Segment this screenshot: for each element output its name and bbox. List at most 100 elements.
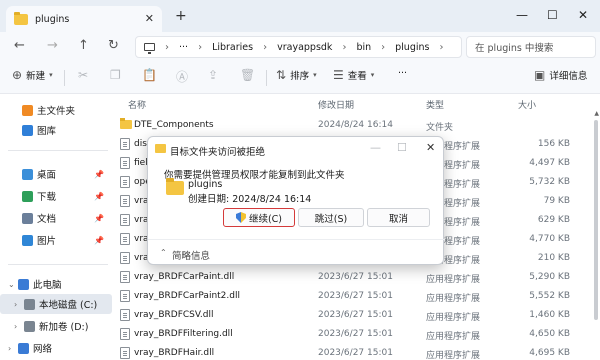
details-button[interactable]: ▣ 详细信息 bbox=[534, 68, 587, 82]
maximize-button[interactable]: ☐ bbox=[547, 8, 558, 22]
sidebar-divider bbox=[8, 264, 108, 265]
tab-close-icon[interactable]: ✕ bbox=[145, 12, 154, 25]
paste-button[interactable]: 📋 bbox=[142, 68, 157, 82]
rename-icon: Ⓐ bbox=[176, 70, 189, 84]
folder-icon bbox=[14, 11, 28, 25]
chevron-right-icon[interactable]: › bbox=[14, 300, 24, 309]
sidebar-item-documents[interactable]: 文档 📌 bbox=[0, 208, 112, 228]
forward-icon[interactable]: → bbox=[47, 38, 58, 53]
dialog-footer: ⌃ 简略信息 bbox=[148, 239, 445, 265]
sidebar-item-label: 本地磁盘 (C:) bbox=[39, 300, 98, 311]
cut-button[interactable]: ✂ bbox=[78, 68, 88, 82]
chevron-right-icon[interactable]: › bbox=[198, 42, 202, 53]
sidebar-item-drive-c[interactable]: › 本地磁盘 (C:) bbox=[0, 294, 112, 314]
chevron-right-icon[interactable]: › bbox=[8, 344, 18, 353]
chevron-right-icon[interactable]: › bbox=[165, 42, 169, 53]
more-button[interactable]: ··· bbox=[398, 68, 407, 79]
picture-icon bbox=[22, 234, 33, 246]
chevron-down-icon: ▾ bbox=[370, 71, 375, 79]
sidebar-item-pictures[interactable]: 图片 📌 bbox=[0, 230, 112, 250]
file-size: 5,552 KB bbox=[529, 291, 570, 301]
search-input[interactable]: 在 plugins 中搜索 bbox=[466, 36, 596, 58]
chevron-down-icon: ▾ bbox=[49, 71, 53, 79]
file-name: vray_BRDFCarPaint2.dll bbox=[134, 291, 240, 301]
chevron-right-icon[interactable]: › bbox=[263, 42, 267, 53]
column-header-type[interactable]: 类型 bbox=[426, 98, 444, 111]
new-button[interactable]: ⊕ 新建 ▾ bbox=[12, 68, 53, 82]
sidebar-item-label: 桌面 bbox=[37, 170, 57, 181]
chevron-up-icon[interactable]: ⌃ bbox=[160, 248, 167, 257]
sidebar-item-gallery[interactable]: 图库 bbox=[0, 120, 112, 140]
table-row[interactable]: vray_BRDFCarPaint.dll 2023/6/27 15:01 应用程序… bbox=[112, 268, 588, 287]
rename-button[interactable]: Ⓐ bbox=[176, 68, 188, 85]
new-tab-button[interactable]: + bbox=[175, 8, 187, 24]
plus-circle-icon: ⊕ bbox=[12, 68, 23, 82]
cancel-button[interactable]: 取消 bbox=[367, 208, 430, 227]
breadcrumb-plugins[interactable]: plugins bbox=[395, 42, 429, 53]
dialog-maximize-button[interactable]: ☐ bbox=[397, 141, 407, 154]
share-button[interactable]: ⇪ bbox=[208, 68, 218, 82]
sidebar-item-home[interactable]: 主文件夹 bbox=[0, 100, 112, 120]
skip-button[interactable]: 跳过(S) bbox=[298, 208, 364, 227]
pin-icon[interactable]: 📌 bbox=[94, 170, 104, 179]
sidebar-item-this-pc[interactable]: ⌄ 此电脑 bbox=[0, 274, 112, 294]
chevron-right-icon[interactable]: › bbox=[342, 42, 346, 53]
view-label: 查看 bbox=[347, 71, 367, 82]
table-row[interactable]: vray_BRDFHair.dll 2023/6/27 15:01 应用程序扩展 4,… bbox=[112, 344, 588, 360]
breadcrumb-vrayappsdk[interactable]: vrayappsdk bbox=[277, 42, 332, 53]
pin-icon[interactable]: 📌 bbox=[94, 214, 104, 223]
brief-info-toggle[interactable]: 简略信息 bbox=[172, 248, 210, 262]
dialog-minimize-button[interactable]: — bbox=[370, 141, 381, 154]
dialog-close-button[interactable]: ✕ bbox=[426, 141, 435, 154]
file-size: 210 KB bbox=[537, 253, 570, 263]
sort-button[interactable]: ⇅ 排序 ▾ bbox=[276, 68, 317, 82]
column-header-date[interactable]: 修改日期 bbox=[318, 98, 354, 111]
sidebar-item-drive-d[interactable]: › 新加卷 (D:) bbox=[0, 316, 112, 336]
table-row[interactable]: vray_BRDFCarPaint2.dll 2023/6/27 15:01 应用程… bbox=[112, 287, 588, 306]
chevron-right-icon[interactable]: › bbox=[14, 322, 24, 331]
chevron-down-icon[interactable]: ⌄ bbox=[8, 280, 18, 289]
breadcrumb-more[interactable]: ··· bbox=[179, 42, 188, 53]
sidebar-item-downloads[interactable]: 下载 📌 bbox=[0, 186, 112, 206]
column-header-name[interactable]: 名称 bbox=[128, 98, 146, 111]
file-name: vray_BRDFFiltering.dll bbox=[134, 329, 233, 339]
pin-icon[interactable]: 📌 bbox=[94, 236, 104, 245]
tab-plugins[interactable]: plugins ✕ bbox=[6, 6, 162, 32]
sidebar-item-desktop[interactable]: 桌面 📌 bbox=[0, 164, 112, 184]
dll-file-icon bbox=[120, 347, 130, 359]
details-pane-icon: ▣ bbox=[534, 68, 546, 82]
file-size: 4,650 KB bbox=[529, 329, 570, 339]
delete-button[interactable]: 🗑 bbox=[240, 68, 255, 82]
view-button[interactable]: ☰ 查看 ▾ bbox=[333, 68, 374, 82]
column-header-size[interactable]: 大小 bbox=[518, 98, 536, 111]
continue-button[interactable]: 继续(C) bbox=[223, 208, 295, 227]
table-row[interactable]: vray_BRDFFiltering.dll 2023/6/27 15:01 应用程… bbox=[112, 325, 588, 344]
up-icon[interactable]: ↑ bbox=[78, 38, 89, 53]
minimize-button[interactable]: — bbox=[516, 8, 528, 22]
table-row[interactable]: DTE_Components 2024/8/24 16:14 文件夹 bbox=[112, 116, 588, 135]
back-icon[interactable]: ← bbox=[14, 38, 25, 53]
pin-icon[interactable]: 📌 bbox=[94, 192, 104, 201]
file-type: 应用程序扩展 bbox=[426, 275, 481, 285]
gallery-icon bbox=[22, 124, 33, 136]
sidebar-item-network[interactable]: › 网络 bbox=[0, 338, 112, 358]
scrollbar[interactable] bbox=[594, 120, 598, 320]
file-size: 4,770 KB bbox=[529, 234, 570, 244]
file-size: 4,497 KB bbox=[529, 158, 570, 168]
breadcrumb-libraries[interactable]: Libraries bbox=[212, 42, 253, 53]
sort-label: 排序 bbox=[290, 71, 310, 82]
copy-button[interactable]: ❐ bbox=[110, 68, 121, 82]
chevron-right-icon[interactable]: › bbox=[381, 42, 385, 53]
chevron-right-icon[interactable]: › bbox=[439, 42, 443, 53]
scroll-up-icon[interactable]: ▲ bbox=[594, 110, 599, 117]
breadcrumb-bin[interactable]: bin bbox=[356, 42, 371, 53]
address-bar[interactable]: › ··· › Libraries › vrayappsdk › bin › p… bbox=[135, 36, 462, 58]
new-label: 新建 bbox=[26, 71, 46, 82]
close-button[interactable]: ✕ bbox=[578, 8, 588, 22]
sidebar-item-label: 图库 bbox=[37, 126, 57, 137]
file-size: 629 KB bbox=[537, 215, 570, 225]
table-row[interactable]: vray_BRDFCSV.dll 2023/6/27 15:01 应用程序扩展 1,4… bbox=[112, 306, 588, 325]
file-date: 2023/6/27 15:01 bbox=[318, 291, 393, 301]
refresh-icon[interactable]: ↻ bbox=[108, 38, 119, 53]
document-icon bbox=[22, 212, 33, 224]
